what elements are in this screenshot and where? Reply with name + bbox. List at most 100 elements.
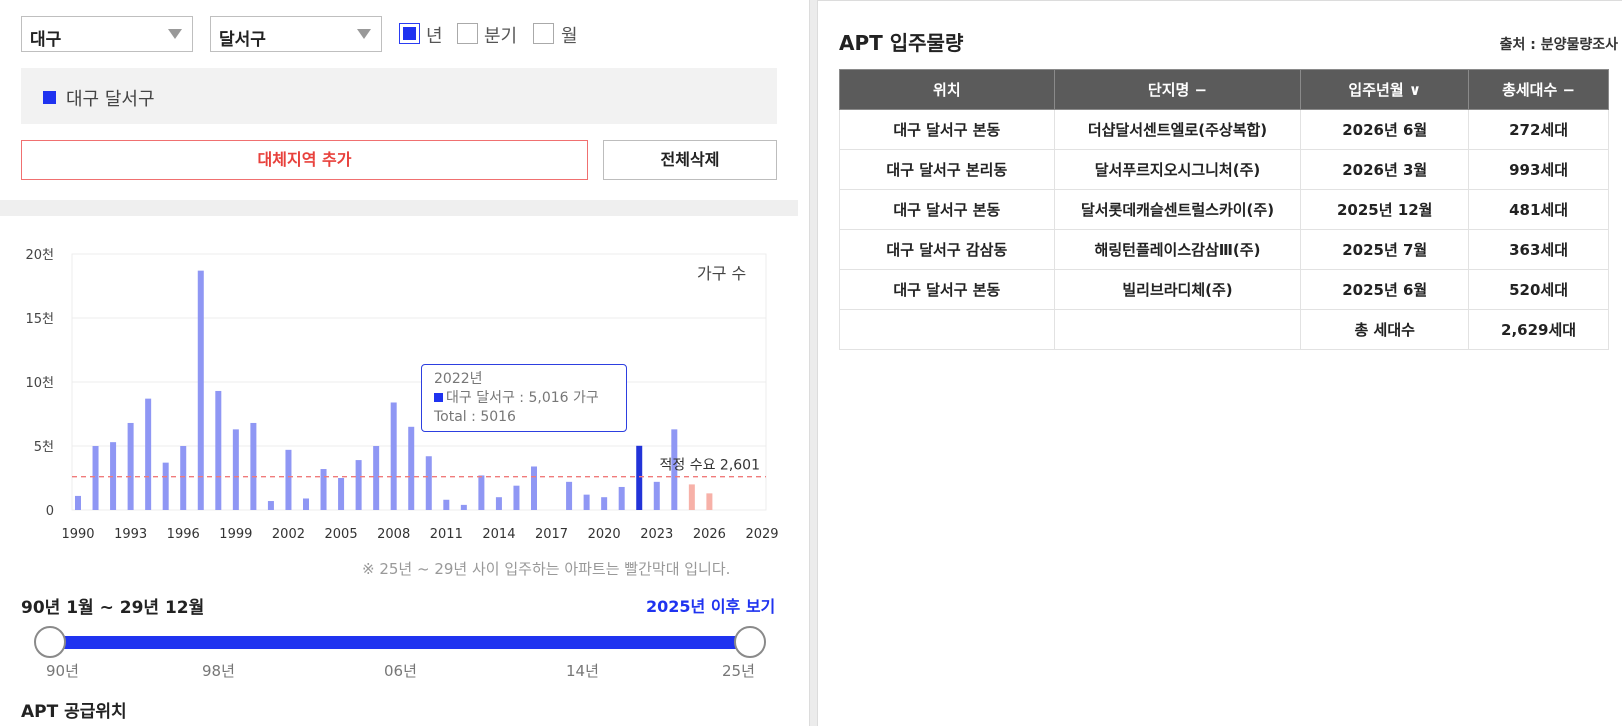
table-row: 대구 달서구 본리동 달서푸르지오시그니처(주) 2026년 3월 993세대 xyxy=(839,149,1609,190)
tooltip-swatch xyxy=(434,393,443,402)
x-tick-label: 2023 xyxy=(640,527,673,542)
left-panel: 대구 달서구 년 분기 월 대구 달서구 대체지역 추가 전체삭제 0 5천 10천… xyxy=(0,0,810,726)
bar-1996 xyxy=(180,446,187,510)
move-in-table: 위치 단지명 − 입주년월 ∨ 총세대수 − 대구 달서구 본동 더샵달서센트엘… xyxy=(839,69,1609,350)
bar-2004 xyxy=(320,469,327,510)
bar-2018 xyxy=(566,481,573,510)
cell-move-in-date: 2025년 12월 xyxy=(1300,189,1470,230)
tooltip-series-value: 대구 달서구 : 5,016 가구 xyxy=(446,390,599,406)
x-tick-label: 2002 xyxy=(272,527,305,542)
checkbox-year[interactable] xyxy=(399,23,420,44)
bar-2003 xyxy=(303,498,309,510)
total-value: 2,629세대 xyxy=(1468,309,1609,350)
checkbox-month-label: 월 xyxy=(561,26,578,47)
table-body: 대구 달서구 본동 더샵달서센트엘로(주상복합) 2026년 6월 272세대 … xyxy=(839,109,1609,350)
demand-line-label: 적정 수요 2,601 xyxy=(660,458,761,474)
bar-2025 xyxy=(688,484,695,510)
divider-band xyxy=(0,200,798,216)
column-header-households[interactable]: 총세대수 − xyxy=(1468,69,1609,110)
checkbox-quarter[interactable] xyxy=(457,23,478,44)
table-row: 대구 달서구 본동 달서롯데캐슬센트럴스카이(주) 2025년 12월 481세… xyxy=(839,189,1609,230)
bar-1998 xyxy=(215,390,222,510)
checkbox-quarter-label: 분기 xyxy=(484,26,518,47)
y-tick-label: 20천 xyxy=(25,248,54,263)
cell-complex: 빌리브라디체(주) xyxy=(1053,269,1302,310)
region-select[interactable]: 대구 xyxy=(21,16,193,52)
series-color-swatch xyxy=(43,91,56,104)
tooltip-year: 2022년 xyxy=(434,371,483,387)
x-tick-label: 1999 xyxy=(219,527,252,542)
slider-tick: 06년 xyxy=(384,662,417,680)
cell-empty xyxy=(839,309,1055,350)
cell-location: 대구 달서구 감삼동 xyxy=(839,229,1055,270)
x-tick-label: 2017 xyxy=(535,527,568,542)
table-total-row: 총 세대수 2,629세대 xyxy=(839,309,1609,350)
cell-location: 대구 달서구 본동 xyxy=(839,109,1055,150)
slider-start-handle[interactable] xyxy=(34,626,66,658)
x-tick-label: 2014 xyxy=(482,527,515,542)
bar-2026 xyxy=(706,493,713,510)
checkbox-year-label: 년 xyxy=(426,26,443,47)
table-row: 대구 달서구 본동 더샵달서센트엘로(주상복합) 2026년 6월 272세대 xyxy=(839,109,1609,150)
district-select-value: 달서구 xyxy=(219,30,266,50)
bar-2015 xyxy=(513,485,520,510)
x-tick-label: 2005 xyxy=(325,527,358,542)
add-region-button[interactable]: 대체지역 추가 xyxy=(21,140,588,180)
cell-households: 272세대 xyxy=(1468,109,1609,150)
bar-1994 xyxy=(145,398,152,510)
cell-move-in-date: 2026년 3월 xyxy=(1300,149,1470,190)
slider-end-handle[interactable] xyxy=(734,626,766,658)
x-tick-label: 1990 xyxy=(61,527,94,542)
bar-2023 xyxy=(653,481,660,510)
supply-location-title: APT 공급위치 xyxy=(21,702,127,722)
bar-2000 xyxy=(250,422,257,510)
bar-2005 xyxy=(338,478,345,510)
slider-tick: 90년 xyxy=(46,662,79,680)
cell-empty xyxy=(1053,309,1302,350)
bar-1995 xyxy=(162,462,169,510)
x-tick-label: 2029 xyxy=(745,527,778,542)
total-label: 총 세대수 xyxy=(1300,309,1470,350)
bar-1990 xyxy=(75,495,81,510)
cell-move-in-date: 2025년 7월 xyxy=(1300,229,1470,270)
table-header-row: 위치 단지명 − 입주년월 ∨ 총세대수 − xyxy=(839,69,1609,110)
bar-2020 xyxy=(601,497,608,510)
future-bar-note: ※ 25년 ~ 29년 사이 입주하는 아파트는 빨간막대 입니다. xyxy=(362,560,731,578)
period-range-label: 90년 1월 ~ 29년 12월 xyxy=(21,598,205,618)
y-tick-label: 0 xyxy=(46,504,54,519)
cell-households: 363세대 xyxy=(1468,229,1609,270)
bar-2013 xyxy=(478,475,485,510)
move-in-volume-title: APT 입주물량 xyxy=(839,31,964,55)
x-tick-label: 2026 xyxy=(693,527,726,542)
period-slider-track[interactable] xyxy=(50,636,750,649)
column-header-location: 위치 xyxy=(839,69,1055,110)
x-tick-label: 1996 xyxy=(167,527,200,542)
cell-households: 993세대 xyxy=(1468,149,1609,190)
panel-gutter xyxy=(810,0,817,726)
column-header-complex[interactable]: 단지명 − xyxy=(1053,69,1302,110)
chart-unit-label: 가구 수 xyxy=(697,264,747,283)
bar-2007 xyxy=(373,446,380,510)
checkbox-month[interactable] xyxy=(533,23,554,44)
y-tick-label: 10천 xyxy=(25,376,54,391)
region-select-value: 대구 xyxy=(30,30,62,50)
bar-2014 xyxy=(495,497,502,510)
x-tick-label: 2008 xyxy=(377,527,410,542)
column-header-move-in-date[interactable]: 입주년월 ∨ xyxy=(1300,69,1470,110)
bar-2019 xyxy=(583,494,590,510)
delete-all-button[interactable]: 전체삭제 xyxy=(603,140,777,180)
cell-complex: 달서롯데캐슬센트럴스카이(주) xyxy=(1053,189,1302,230)
cell-location: 대구 달서구 본리동 xyxy=(839,149,1055,190)
slider-tick: 98년 xyxy=(202,662,235,680)
chevron-down-icon xyxy=(357,29,371,39)
supply-bar-chart: 0 5천 10천 15천 20천 1990 1993 1996 1999 2002 2005 2008… xyxy=(25,248,778,542)
bar-2016 xyxy=(531,466,537,510)
cell-move-in-date: 2025년 6월 xyxy=(1300,269,1470,310)
y-tick-label: 15천 xyxy=(25,312,54,327)
view-after-2025-link[interactable]: 2025년 이후 보기 xyxy=(646,593,775,617)
tooltip-total: Total : 5016 xyxy=(434,409,516,425)
bar-2022 xyxy=(636,445,643,510)
cell-complex: 달서푸르지오시그니처(주) xyxy=(1053,149,1302,190)
district-select[interactable]: 달서구 xyxy=(210,16,382,52)
bar-2002 xyxy=(285,449,292,510)
